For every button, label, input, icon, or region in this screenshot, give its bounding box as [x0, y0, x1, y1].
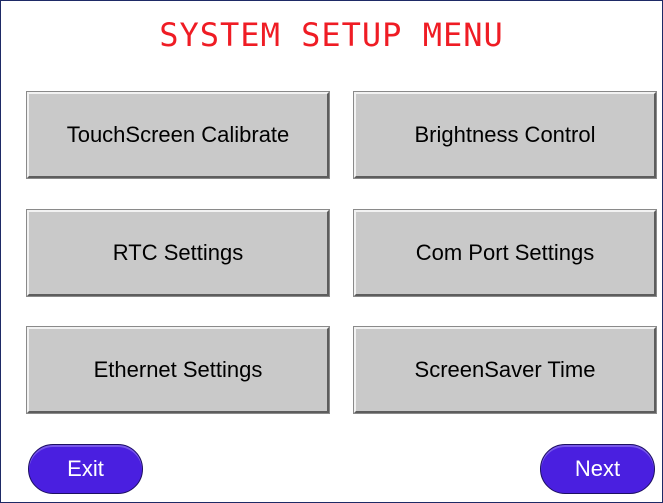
screensaver-time-button[interactable]: ScreenSaver Time — [354, 327, 656, 413]
system-setup-screen: SYSTEM SETUP MENU TouchScreen Calibrate … — [0, 0, 663, 503]
page-title: SYSTEM SETUP MENU — [159, 16, 504, 54]
next-button[interactable]: Next — [540, 444, 655, 494]
com-port-settings-button[interactable]: Com Port Settings — [354, 210, 656, 296]
touchscreen-calibrate-button[interactable]: TouchScreen Calibrate — [27, 92, 329, 178]
rtc-settings-button[interactable]: RTC Settings — [27, 210, 329, 296]
ethernet-settings-button[interactable]: Ethernet Settings — [27, 327, 329, 413]
exit-button[interactable]: Exit — [28, 444, 143, 494]
brightness-control-button[interactable]: Brightness Control — [354, 92, 656, 178]
